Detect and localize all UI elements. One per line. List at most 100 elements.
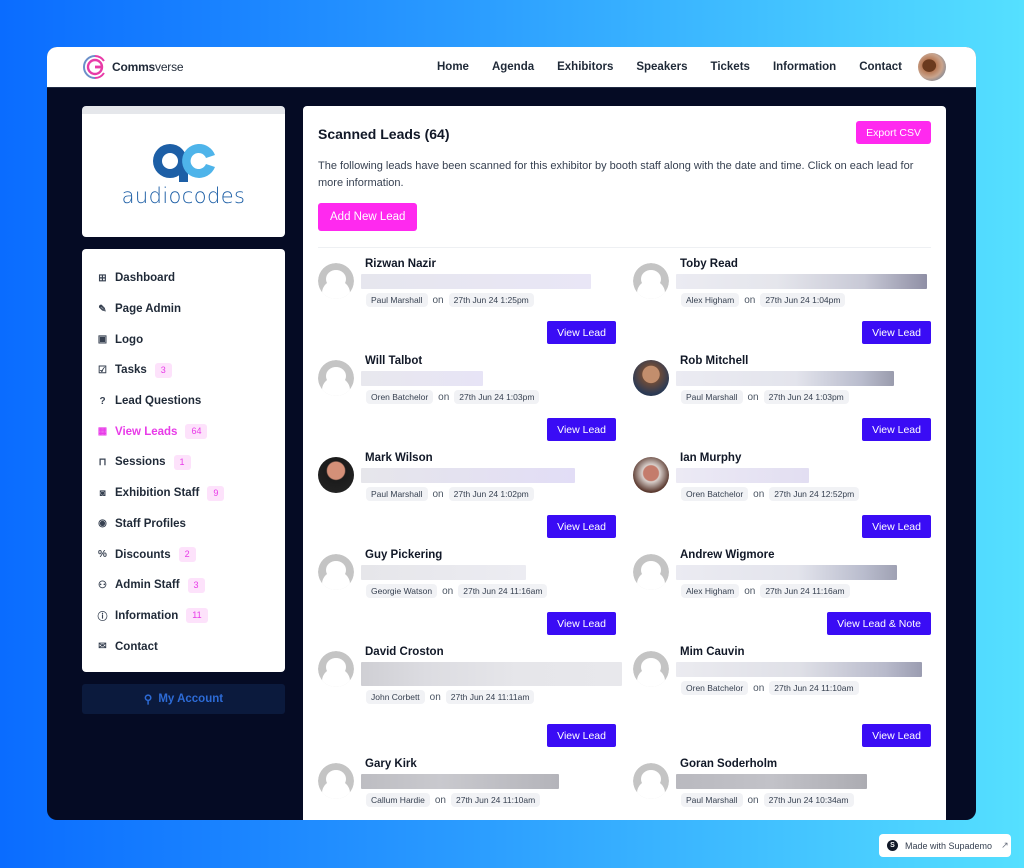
redacted-company-field xyxy=(676,274,927,289)
scan-meta: Paul Marshall on 27th Jun 24 1:03pm xyxy=(681,390,931,404)
add-new-lead-button[interactable]: Add New Lead xyxy=(318,203,418,231)
sidebar-item-page-admin[interactable]: ✎ Page Admin xyxy=(97,294,285,325)
count-badge: 3 xyxy=(187,577,205,593)
lead-name: Gary Kirk xyxy=(365,758,417,770)
lead-card[interactable]: Will Talbot Oren Batchelor on 27th Jun 24 1… xyxy=(318,355,616,452)
lead-name: Toby Read xyxy=(680,258,738,270)
view-lead-button[interactable]: View Lead xyxy=(547,321,616,344)
view-lead-note-button[interactable]: View Lead & Note xyxy=(827,612,931,635)
on-separator: on xyxy=(753,488,765,500)
export-csv-button[interactable]: Export CSV xyxy=(856,121,931,144)
sidebar-item-label: Admin Staff xyxy=(115,579,180,592)
sidebar-item-sessions[interactable]: ⊓ Sessions 1 xyxy=(97,447,285,478)
lead-info: Will Talbot Oren Batchelor on 27th Jun 24 1… xyxy=(361,355,616,404)
scan-datetime-chip: 27th Jun 24 1:03pm xyxy=(763,390,849,404)
view-lead-button[interactable]: View Lead xyxy=(547,418,616,441)
lead-card[interactable]: Goran Soderholm Paul Marshall on 27th Jun 2… xyxy=(633,758,931,820)
sidebar-item-label: Information xyxy=(115,609,179,622)
count-badge: 64 xyxy=(185,424,208,440)
sidebar-item-view-leads[interactable]: ▦ View Leads 64 xyxy=(97,416,285,447)
scan-datetime-chip: 27th Jun 24 1:03pm xyxy=(454,390,540,404)
scanned-by-chip: Paul Marshall xyxy=(681,793,743,807)
avatar-placeholder-icon xyxy=(318,651,354,687)
lead-name: Rizwan Nazir xyxy=(365,258,436,270)
sidebar-item-logo[interactable]: ▣ Logo xyxy=(97,324,285,355)
brand-logo[interactable]: Commsverse xyxy=(81,53,184,81)
view-lead-button[interactable]: View Lead xyxy=(862,321,931,344)
qr-code-icon: ▦ xyxy=(97,426,108,438)
on-separator: on xyxy=(744,294,756,306)
view-lead-button[interactable]: View Lead xyxy=(547,515,616,538)
exhibitor-logo-card: audiocodes xyxy=(82,106,285,237)
lead-card[interactable]: Mim Cauvin Oren Batchelor on 27th Jun 24 11… xyxy=(633,646,931,758)
lead-card[interactable]: Toby Read Alex Higham on 27th Jun 24 1:04pm… xyxy=(633,258,931,355)
redacted-company-field xyxy=(676,662,922,677)
view-lead-button[interactable]: View Lead xyxy=(862,724,931,747)
lead-card[interactable]: Ian Murphy Oren Batchelor on 27th Jun 24 12… xyxy=(633,452,931,549)
lead-card[interactable]: Rizwan Nazir Paul Marshall on 27th Jun 24 1… xyxy=(318,258,616,355)
avatar-placeholder-icon xyxy=(318,263,354,299)
lead-info: Toby Read Alex Higham on 27th Jun 24 1:04pm xyxy=(676,258,931,307)
view-lead-button[interactable]: View Lead xyxy=(862,418,931,441)
nav-exhibitors[interactable]: Exhibitors xyxy=(557,61,613,73)
my-account-button[interactable]: ⚲ My Account xyxy=(82,684,285,714)
sidebar-item-label: Sessions xyxy=(115,456,166,469)
lead-info: Andrew Wigmore Alex Higham on 27th Jun 24 1… xyxy=(676,549,931,598)
lead-info: Gary Kirk Callum Hardie on 27th Jun 24 11:1… xyxy=(361,758,616,807)
lead-info: Guy Pickering Georgie Watson on 27th Jun 24… xyxy=(361,549,616,598)
lead-info: Goran Soderholm Paul Marshall on 27th Jun 2… xyxy=(676,758,931,807)
lead-name: Guy Pickering xyxy=(365,549,443,561)
scan-datetime-chip: 27th Jun 24 10:34am xyxy=(763,793,854,807)
nav-information[interactable]: Information xyxy=(773,61,836,73)
nav-speakers[interactable]: Speakers xyxy=(636,61,687,73)
lead-name: Mim Cauvin xyxy=(680,646,745,658)
scan-datetime-chip: 27th Jun 24 11:10am xyxy=(769,681,859,695)
lead-avatar xyxy=(633,360,669,396)
sidebar-item-staff-profiles[interactable]: ◉ Staff Profiles xyxy=(97,509,285,540)
supademo-badge[interactable]: S Made with Supademo ↗ xyxy=(879,834,1011,857)
sidebar-item-lead-questions[interactable]: ? Lead Questions xyxy=(97,386,285,417)
view-lead-button[interactable]: View Lead xyxy=(547,612,616,635)
lead-card[interactable]: Andrew Wigmore Alex Higham on 27th Jun 24 1… xyxy=(633,549,931,646)
sidebar-item-admin-staff[interactable]: ⚇ Admin Staff 3 xyxy=(97,570,285,601)
scan-meta: Paul Marshall on 27th Jun 24 1:02pm xyxy=(366,487,616,501)
lead-name: Andrew Wigmore xyxy=(680,549,775,561)
redacted-company-field xyxy=(361,565,526,580)
sidebar-menu: ⊞ Dashboard ✎ Page Admin ▣ Logo ☑ Tasks 3? Lead Q… xyxy=(82,249,285,672)
scan-datetime-chip: 27th Jun 24 12:52pm xyxy=(769,487,860,501)
sidebar-item-label: Staff Profiles xyxy=(115,517,186,530)
view-lead-button[interactable]: View Lead xyxy=(862,515,931,538)
sidebar-item-label: Page Admin xyxy=(115,303,182,316)
nav-home[interactable]: Home xyxy=(437,61,469,73)
user-avatar[interactable] xyxy=(918,53,946,81)
nav-contact[interactable]: Contact xyxy=(859,61,902,73)
lead-card[interactable]: Rob Mitchell Paul Marshall on 27th Jun 24 1… xyxy=(633,355,931,452)
sidebar-item-dashboard[interactable]: ⊞ Dashboard xyxy=(97,263,285,294)
sidebar-item-contact[interactable]: ✉ Contact xyxy=(97,631,285,662)
scan-datetime-chip: 27th Jun 24 1:02pm xyxy=(448,487,534,501)
lead-info: Mim Cauvin Oren Batchelor on 27th Jun 24 11… xyxy=(676,646,931,695)
lead-card[interactable]: Guy Pickering Georgie Watson on 27th Jun 24… xyxy=(318,549,616,646)
view-lead-button[interactable]: View Lead xyxy=(547,724,616,747)
redacted-company-field xyxy=(361,371,483,386)
sidebar-item-information[interactable]: ⓘ Information 11 xyxy=(97,601,285,632)
lead-info: David Croston John Corbett on 27th Jun 24 1… xyxy=(361,646,622,704)
nav-tickets[interactable]: Tickets xyxy=(711,61,750,73)
lead-card[interactable]: Gary Kirk Callum Hardie on 27th Jun 24 11:1… xyxy=(318,758,616,820)
lead-card[interactable]: Mark Wilson Paul Marshall on 27th Jun 24 1:… xyxy=(318,452,616,549)
count-badge: 11 xyxy=(186,608,208,624)
on-separator: on xyxy=(747,794,759,806)
sidebar-item-exhibition-staff[interactable]: ◙ Exhibition Staff 9 xyxy=(97,478,285,509)
top-navigation-bar: Commsverse Home Agenda Exhibitors Speake… xyxy=(47,47,976,88)
brand-name: Commsverse xyxy=(112,60,184,74)
on-separator: on xyxy=(747,391,759,403)
redacted-company-field xyxy=(361,774,559,789)
nav-agenda[interactable]: Agenda xyxy=(492,61,534,73)
sidebar-item-tasks[interactable]: ☑ Tasks 3 xyxy=(97,355,285,386)
lead-card[interactable]: David Croston John Corbett on 27th Jun 24 1… xyxy=(318,646,622,758)
lead-avatar xyxy=(633,457,669,493)
scan-datetime-chip: 27th Jun 24 11:11am xyxy=(445,690,535,704)
checkbox-icon: ☑ xyxy=(98,364,107,376)
on-separator: on xyxy=(442,585,454,597)
sidebar-item-discounts[interactable]: % Discounts 2 xyxy=(97,539,285,570)
